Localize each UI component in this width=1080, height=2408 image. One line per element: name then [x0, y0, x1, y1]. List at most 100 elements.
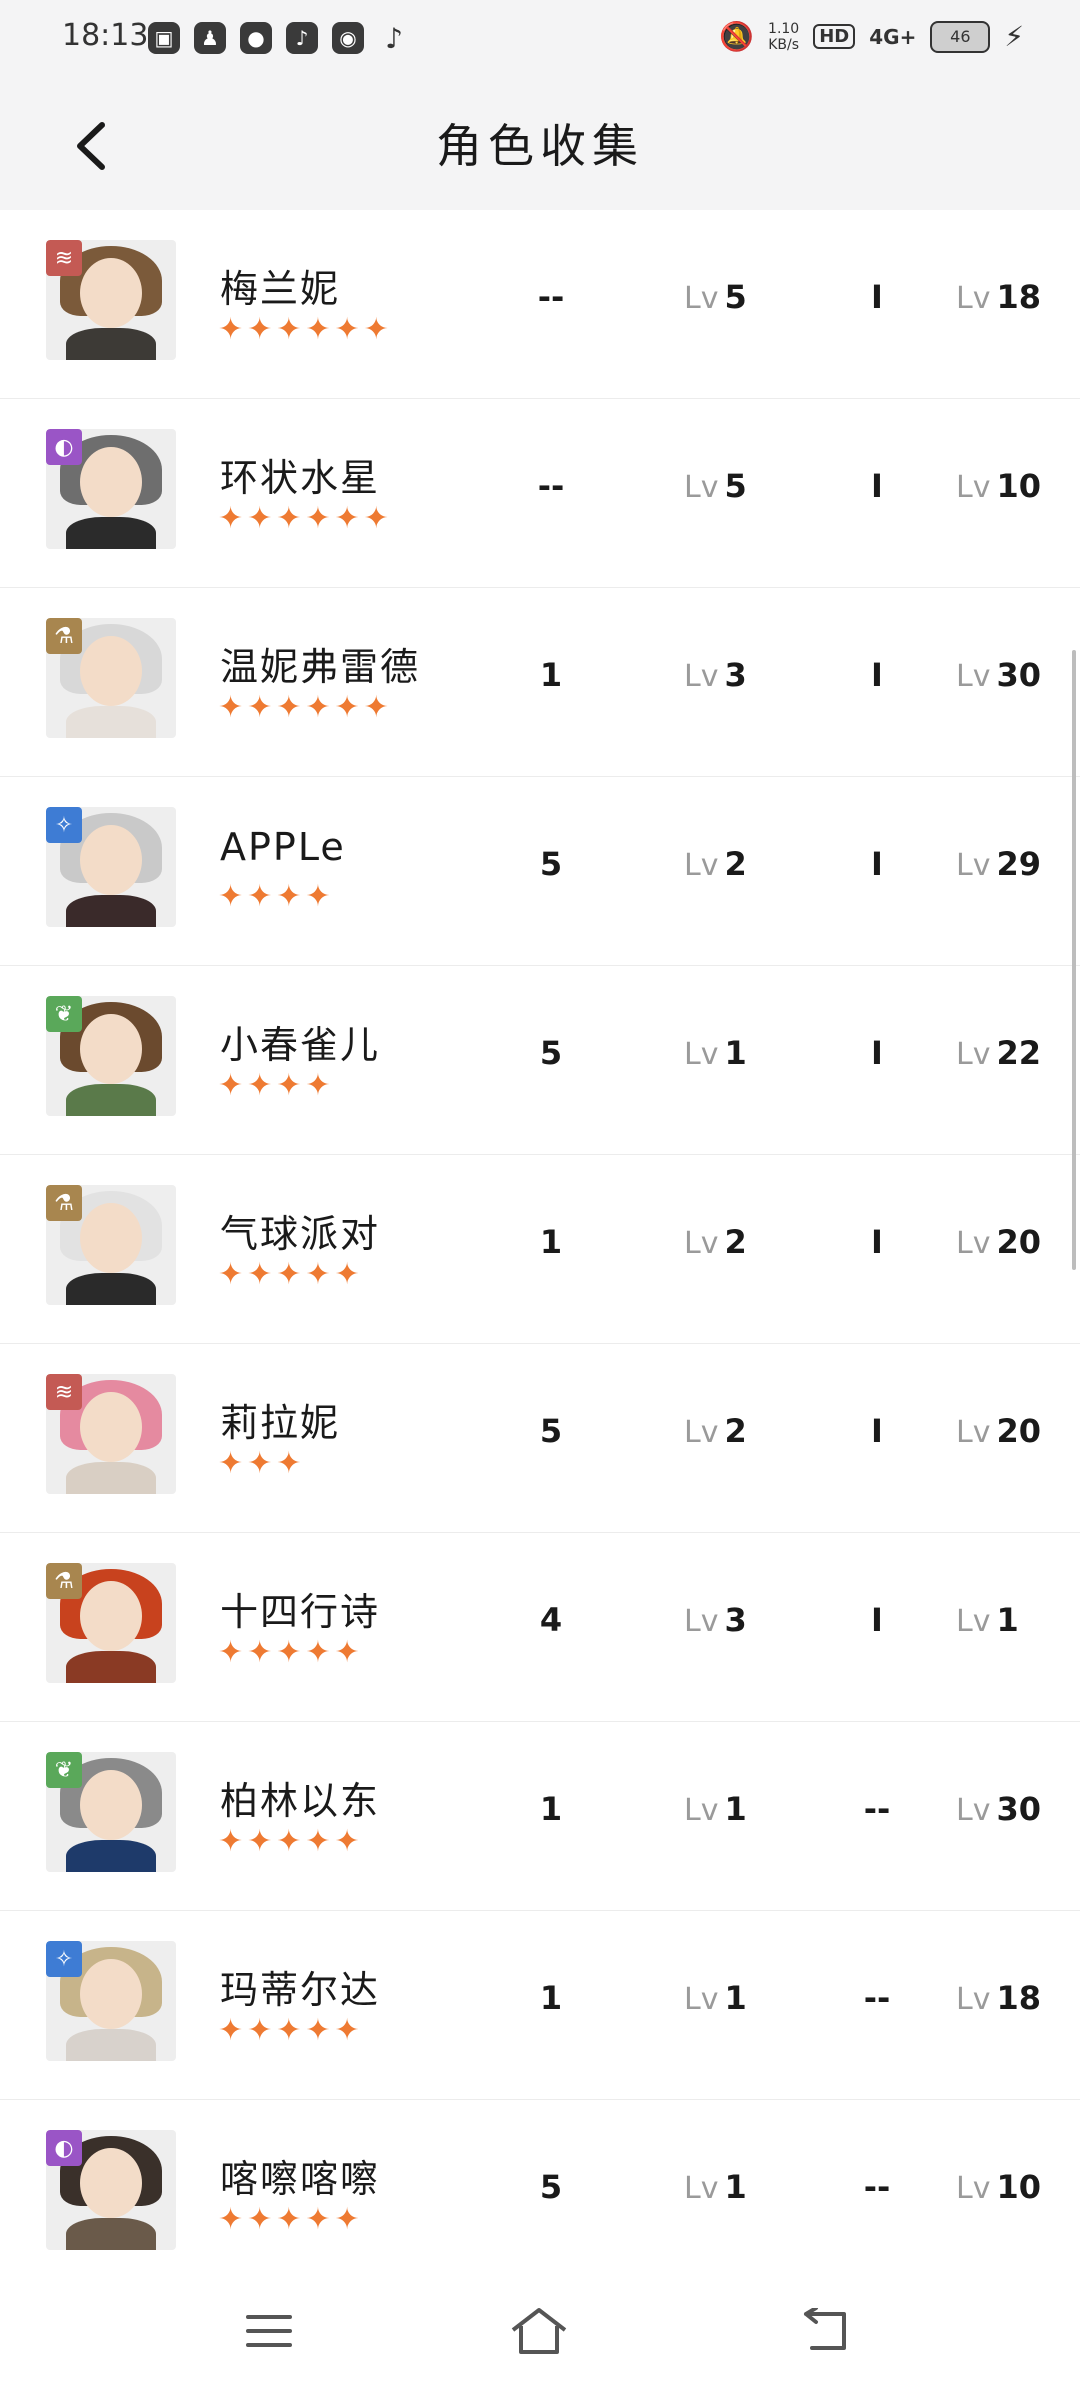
scrollbar[interactable] [1072, 650, 1076, 1270]
level-value: 5 [724, 467, 747, 505]
app-bar: 角色收集 [0, 80, 1080, 210]
avatar-face [80, 1581, 142, 1651]
character-tier: I [871, 1412, 883, 1450]
lv-label: Lv [956, 2171, 991, 2206]
menu-button[interactable] [224, 2296, 314, 2366]
character-level: Lv 30 [956, 656, 1041, 694]
character-skill-level: Lv 3 [684, 656, 747, 694]
character-name: 小春雀儿 [220, 1023, 381, 1067]
character-skill-level: Lv 2 [684, 1223, 747, 1261]
avatar-face [80, 636, 142, 706]
character-skill-level: Lv 3 [684, 1601, 747, 1639]
character-count: 1 [539, 1979, 563, 2017]
character-tier: I [871, 845, 883, 883]
level-value: 30 [996, 656, 1041, 694]
system-nav-bar [0, 2260, 1080, 2408]
level-value: 3 [724, 1601, 747, 1639]
character-tier: I [871, 278, 883, 316]
character-avatar: ✧ [46, 807, 176, 927]
character-name: 气球派对 [220, 1212, 381, 1256]
element-badge-icon: ✧ [46, 1941, 82, 1977]
network-type: 4G+ [869, 24, 917, 49]
character-avatar: ❦ [46, 996, 176, 1116]
character-row[interactable]: ◐ 环状水星 ✦✦✦✦✦✦ -- Lv 5 I Lv 10 [0, 399, 1080, 589]
character-row[interactable]: ⚗ 温妮弗雷德 ✦✦✦✦✦✦ 1 Lv 3 I Lv 30 [0, 588, 1080, 778]
star-rating: ✦✦✦ [218, 1446, 306, 1481]
character-name: 柏林以东 [220, 1779, 381, 1823]
home-icon [511, 2308, 567, 2354]
avatar-face [80, 2148, 142, 2218]
charging-icon: ⚡ [1004, 20, 1024, 53]
character-avatar: ✧ [46, 1941, 176, 2061]
level-value: 30 [996, 1790, 1041, 1828]
character-level: Lv 1 [956, 1601, 1019, 1639]
status-time: 18:13 [62, 18, 149, 53]
avatar-body [66, 2218, 156, 2250]
character-skill-level: Lv 5 [684, 278, 747, 316]
lv-label: Lv [956, 1037, 991, 1072]
character-level: Lv 10 [956, 467, 1041, 505]
network-speed: 1.10 KB/s [768, 20, 800, 53]
home-button[interactable] [494, 2296, 584, 2366]
character-name: 温妮弗雷德 [220, 645, 421, 689]
character-count: 4 [539, 1601, 563, 1639]
level-value: 1 [996, 1601, 1019, 1639]
mute-icon: 🔕 [719, 20, 755, 53]
character-row[interactable]: ⚗ 气球派对 ✦✦✦✦✦ 1 Lv 2 I Lv 20 [0, 1155, 1080, 1345]
lv-label: Lv [956, 1226, 991, 1261]
level-value: 2 [724, 1412, 747, 1450]
battery-level: 46 [950, 27, 971, 46]
character-name: 喀嚓喀嚓 [220, 2157, 381, 2201]
lv-label: Lv [684, 1604, 719, 1639]
character-level: Lv 20 [956, 1412, 1041, 1450]
avatar-body [66, 706, 156, 738]
star-rating: ✦✦✦✦✦ [218, 1824, 364, 1859]
character-row[interactable]: ❦ 柏林以东 ✦✦✦✦✦ 1 Lv 1 -- Lv 30 [0, 1722, 1080, 1912]
character-count: 5 [539, 1412, 563, 1450]
star-rating: ✦✦✦✦ [218, 879, 335, 914]
element-badge-icon: ❦ [46, 1752, 82, 1788]
character-row[interactable]: ✧ 玛蒂尔达 ✦✦✦✦✦ 1 Lv 1 -- Lv 18 [0, 1911, 1080, 2101]
avatar-body [66, 1273, 156, 1305]
lv-label: Lv [684, 659, 719, 694]
back-nav-button[interactable] [780, 2296, 870, 2366]
lv-label: Lv [684, 1226, 719, 1261]
avatar-body [66, 895, 156, 927]
character-level: Lv 10 [956, 2168, 1041, 2206]
character-tier: -- [863, 2168, 891, 2206]
character-skill-level: Lv 2 [684, 845, 747, 883]
level-value: 10 [996, 467, 1041, 505]
character-avatar: ⚗ [46, 1563, 176, 1683]
character-avatar: ≋ [46, 240, 176, 360]
star-rating: ✦✦✦✦ [218, 1068, 335, 1103]
character-name: 玛蒂尔达 [220, 1968, 381, 2012]
character-count: 5 [539, 1034, 563, 1072]
character-level: Lv 18 [956, 278, 1041, 316]
character-name: 莉拉妮 [220, 1401, 341, 1445]
character-count: 1 [539, 656, 563, 694]
character-avatar: ◐ [46, 429, 176, 549]
character-row[interactable]: ✧ APPLe ✦✦✦✦ 5 Lv 2 I Lv 29 [0, 777, 1080, 967]
character-count: 1 [539, 1223, 563, 1261]
level-value: 5 [724, 278, 747, 316]
character-row[interactable]: ≋ 莉拉妮 ✦✦✦ 5 Lv 2 I Lv 20 [0, 1344, 1080, 1534]
element-badge-icon: ≋ [46, 240, 82, 276]
lv-label: Lv [684, 1982, 719, 2017]
character-tier: I [871, 1223, 883, 1261]
character-level: Lv 18 [956, 1979, 1041, 2017]
character-skill-level: Lv 1 [684, 1034, 747, 1072]
character-count: 1 [539, 1790, 563, 1828]
element-badge-icon: ❦ [46, 996, 82, 1032]
star-rating: ✦✦✦✦✦ [218, 2013, 364, 2048]
character-count: -- [537, 278, 565, 316]
menu-icon [246, 2315, 292, 2347]
character-level: Lv 22 [956, 1034, 1041, 1072]
status-bar: 18:13 ▣ ♟ ● ♪ ◉ ♪ 🔕 1.10 KB/s HD 4G+ 46 … [0, 0, 1080, 80]
character-row[interactable]: ❦ 小春雀儿 ✦✦✦✦ 5 Lv 1 I Lv 22 [0, 966, 1080, 1156]
character-row[interactable]: ≋ 梅兰妮 ✦✦✦✦✦✦ -- Lv 5 I Lv 18 [0, 210, 1080, 400]
star-rating: ✦✦✦✦✦ [218, 1257, 364, 1292]
character-row[interactable]: ⚗ 十四行诗 ✦✦✦✦✦ 4 Lv 3 I Lv 1 [0, 1533, 1080, 1723]
character-tier: -- [863, 1790, 891, 1828]
character-name: APPLe [220, 825, 346, 869]
lv-label: Lv [956, 470, 991, 505]
